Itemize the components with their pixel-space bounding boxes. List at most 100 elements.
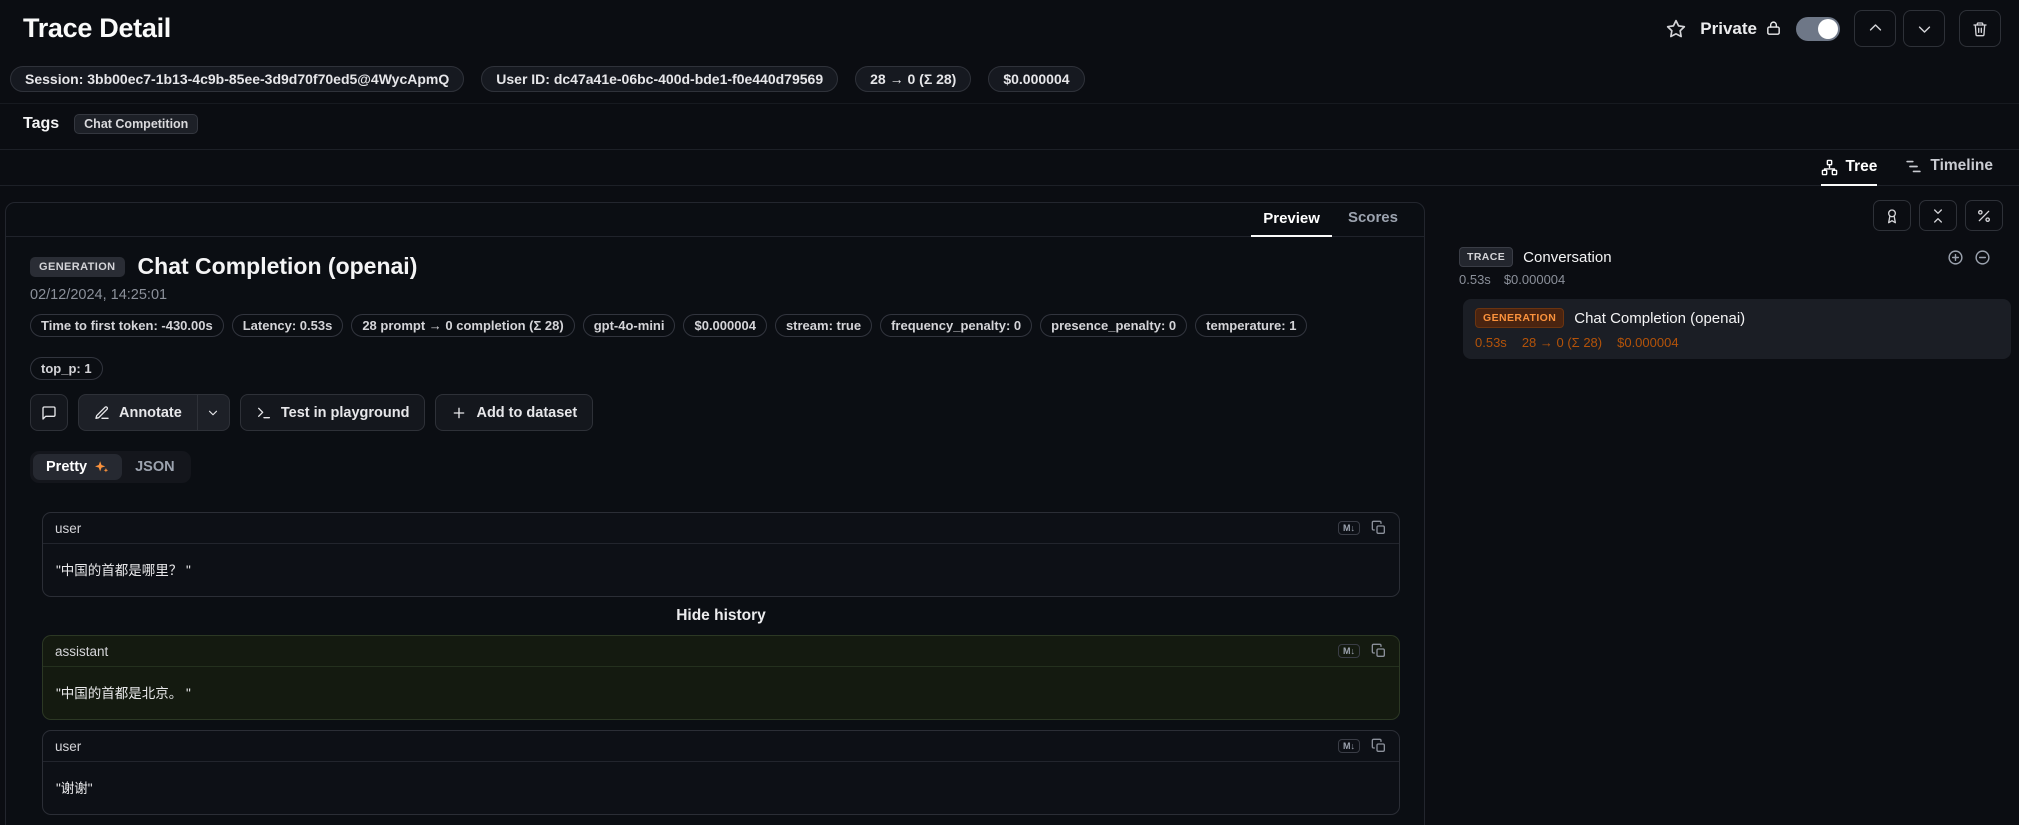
add-to-dataset-button[interactable]: Add to dataset	[435, 394, 593, 431]
trace-type-badge: TRACE	[1459, 247, 1513, 267]
next-trace-button[interactable]	[1903, 10, 1945, 47]
message-header: assistant M↓	[43, 636, 1399, 667]
scores-toggle-button[interactable]	[1873, 200, 1911, 231]
generation-node-selected[interactable]: GENERATION Chat Completion (openai) 0.53…	[1463, 299, 2011, 359]
chevron-down-icon	[1916, 20, 1933, 37]
star-icon	[1666, 19, 1686, 39]
format-json-label: JSON	[135, 459, 175, 475]
privacy-toggle[interactable]	[1796, 17, 1840, 41]
privacy-status: Private	[1700, 19, 1782, 39]
trace-title: Conversation	[1523, 249, 1937, 266]
tags-label: Tags	[23, 115, 59, 133]
generation-title: Chat Completion (openai)	[138, 253, 418, 280]
generation-node-title: Chat Completion (openai)	[1574, 310, 1745, 327]
copy-button[interactable]	[1371, 738, 1387, 754]
plus-icon	[451, 405, 467, 421]
generation-header: GENERATION Chat Completion (openai)	[30, 253, 1400, 280]
trace-tree-panel: TRACE Conversation 0.53s $0.000004 GENER…	[1455, 200, 2013, 359]
tag-chip[interactable]: Chat Competition	[74, 114, 198, 134]
annotate-dropdown-button[interactable]	[197, 394, 230, 431]
award-icon	[1884, 208, 1900, 224]
tab-timeline[interactable]: Timeline	[1905, 157, 1993, 185]
generation-type-badge: GENERATION	[30, 257, 125, 277]
generation-node-stats: 0.53s 28 → 0 (Σ 28) $0.000004	[1475, 335, 1999, 350]
view-tabs: Tree Timeline	[0, 150, 2019, 186]
trace-node[interactable]: TRACE Conversation	[1455, 247, 2013, 267]
observation-preview-card: Preview Scores GENERATION Chat Completio…	[5, 202, 1425, 825]
pill-latency: Latency: 0.53s	[232, 314, 344, 337]
delete-trace-button[interactable]	[1959, 10, 2001, 47]
copy-button[interactable]	[1371, 520, 1387, 536]
generation-node-badge: GENERATION	[1475, 308, 1564, 328]
lock-icon	[1765, 20, 1782, 37]
generation-node-header: GENERATION Chat Completion (openai)	[1475, 308, 1999, 328]
comment-icon	[41, 405, 57, 421]
message-card-assistant: assistant M↓ "中国的首都是北京。 "	[42, 635, 1400, 720]
collapse-all-button[interactable]	[1919, 200, 1957, 231]
generation-timestamp: 02/12/2024, 14:25:01	[30, 287, 1400, 303]
metric-pills: Time to first token: -430.00s Latency: 0…	[30, 314, 1400, 380]
message-role: user	[55, 521, 81, 536]
format-pretty[interactable]: Pretty	[33, 454, 122, 480]
nav-buttons	[1854, 10, 1945, 47]
collapse-node-button[interactable]	[1974, 249, 1991, 266]
markdown-icon[interactable]: M↓	[1338, 644, 1360, 658]
bookmark-button[interactable]	[1666, 19, 1686, 39]
tab-tree[interactable]: Tree	[1821, 158, 1878, 186]
tab-timeline-label: Timeline	[1930, 157, 1993, 175]
format-json[interactable]: JSON	[122, 454, 188, 480]
timeline-icon	[1905, 158, 1922, 175]
hide-history-button[interactable]: Hide history	[42, 607, 1400, 625]
toggle-knob	[1818, 19, 1838, 39]
plus-circle-icon	[1947, 249, 1964, 266]
privacy-label: Private	[1700, 19, 1757, 39]
copy-button[interactable]	[1371, 643, 1387, 659]
tree-icon	[1821, 159, 1838, 176]
sparkle-icon	[94, 460, 109, 474]
message-role: assistant	[55, 644, 108, 659]
copy-icon	[1371, 643, 1387, 659]
message-card-user-1: user M↓ "中国的首都是哪里？ "	[42, 512, 1400, 597]
pill-time-to-first-token: Time to first token: -430.00s	[30, 314, 224, 337]
message-card-user-2: user M↓ "谢谢"	[42, 730, 1400, 815]
format-toggle: Pretty JSON	[30, 451, 191, 483]
previous-trace-button[interactable]	[1854, 10, 1896, 47]
tab-tree-label: Tree	[1846, 158, 1878, 176]
chevron-up-icon	[1867, 20, 1884, 37]
preview-body: GENERATION Chat Completion (openai) 02/1…	[6, 237, 1424, 815]
user-id-badge[interactable]: User ID: dc47a41e-06bc-400d-bde1-f0e440d…	[481, 66, 838, 92]
message-header: user M↓	[43, 513, 1399, 544]
expand-all-button[interactable]	[1947, 249, 1964, 266]
message-tools: M↓	[1338, 643, 1387, 659]
tags-row: Tags Chat Competition	[0, 103, 2019, 150]
tab-scores[interactable]: Scores	[1336, 202, 1410, 236]
message-content: "中国的首都是哪里？ "	[43, 544, 1399, 596]
annotate-split-button: Annotate	[78, 394, 230, 431]
pen-icon	[94, 405, 110, 421]
pill-presence-penalty: presence_penalty: 0	[1040, 314, 1187, 337]
generation-duration: 0.53s	[1475, 335, 1507, 350]
markdown-icon[interactable]: M↓	[1338, 739, 1360, 753]
trace-detail-page: Trace Detail Private	[0, 0, 2019, 825]
pill-model: gpt-4o-mini	[583, 314, 676, 337]
cost-badge: $0.000004	[988, 66, 1084, 92]
percent-icon	[1976, 208, 1992, 224]
markdown-icon[interactable]: M↓	[1338, 521, 1360, 535]
session-badge[interactable]: Session: 3bb00ec7-1b13-4c9b-85ee-3d9d70f…	[10, 66, 464, 92]
pill-stream: stream: true	[775, 314, 872, 337]
trace-cost: $0.000004	[1504, 272, 1565, 287]
pill-token-usage: 28 prompt → 0 completion (Σ 28)	[351, 314, 574, 337]
generation-cost: $0.000004	[1617, 335, 1678, 350]
playground-button[interactable]: Test in playground	[240, 394, 426, 431]
message-content: "中国的首都是北京。 "	[43, 667, 1399, 719]
annotate-button[interactable]: Annotate	[78, 394, 197, 431]
add-to-dataset-label: Add to dataset	[476, 405, 577, 421]
tab-preview[interactable]: Preview	[1251, 203, 1332, 237]
comment-button[interactable]	[30, 394, 68, 431]
message-list: user M↓ "中国的首都是哪里？ " Hide history	[42, 512, 1400, 815]
minus-circle-icon	[1974, 249, 1991, 266]
format-pretty-label: Pretty	[46, 459, 87, 475]
metrics-toggle-button[interactable]	[1965, 200, 2003, 231]
message-tools: M↓	[1338, 520, 1387, 536]
action-bar: Annotate Test in playground	[30, 394, 1400, 431]
